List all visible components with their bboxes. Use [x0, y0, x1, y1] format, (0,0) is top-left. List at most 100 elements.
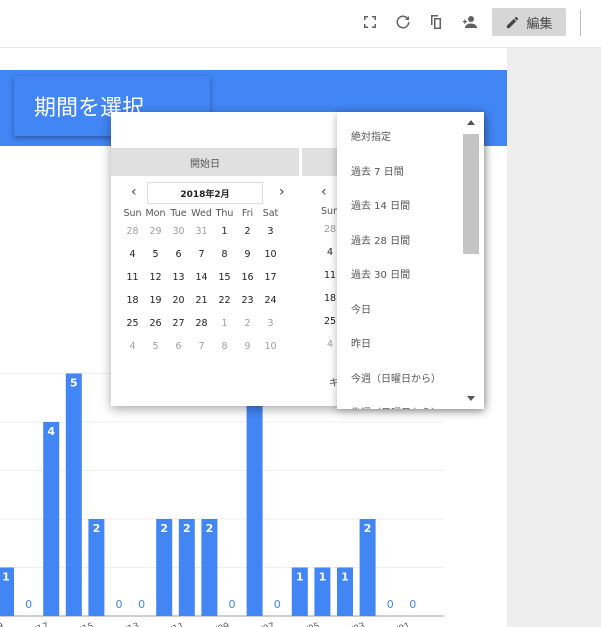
- scroll-thumb[interactable]: [463, 134, 479, 254]
- x-tick-label: 2018/01/09: [179, 621, 231, 627]
- edit-button[interactable]: 編集: [492, 8, 566, 36]
- data-label: 4: [47, 425, 55, 438]
- calendar-day[interactable]: 9: [236, 335, 259, 358]
- menu-item[interactable]: 先週（日曜日から）: [351, 404, 441, 409]
- weekday-header: Sat: [262, 207, 279, 219]
- start-calendar: ‹ 2018年2月 › Sun Mon Tue Wed Thu Fri Sat 28 29 30 3…: [121, 182, 291, 358]
- calendar-day[interactable]: 6: [167, 335, 190, 358]
- menu-item[interactable]: 過去 28 日間: [351, 232, 410, 247]
- weekday-header: Sun: [123, 207, 142, 219]
- menu-scrollbar[interactable]: [463, 116, 481, 406]
- calendar-day[interactable]: 1: [213, 312, 236, 335]
- month-select[interactable]: 2018年2月: [147, 182, 263, 204]
- menu-item[interactable]: 過去 7 日間: [351, 163, 404, 178]
- data-label: 1: [296, 571, 304, 584]
- calendar-day[interactable]: 21: [190, 289, 213, 312]
- data-label: 5: [70, 377, 78, 390]
- calendar-day[interactable]: 4: [121, 243, 144, 266]
- calendar-grid: Sun Mon Tue Wed Thu Fri Sat 28 29 30 31 1 2 3 4 5 6 7 8 9 10…: [121, 206, 291, 358]
- calendar-day[interactable]: 2: [236, 312, 259, 335]
- add-person-icon[interactable]: [459, 12, 479, 32]
- weekday-header: Wed: [191, 207, 212, 219]
- calendar-day[interactable]: 10: [259, 243, 282, 266]
- menu-item[interactable]: 過去 14 日間: [351, 197, 410, 212]
- side-panel: [507, 48, 601, 627]
- copy-icon[interactable]: [426, 12, 446, 32]
- data-label: 0: [25, 598, 32, 611]
- calendar-day[interactable]: 18: [121, 289, 144, 312]
- menu-item[interactable]: 今日: [351, 301, 371, 316]
- calendar-day[interactable]: 8: [213, 243, 236, 266]
- refresh-icon[interactable]: [393, 12, 413, 32]
- calendar-day[interactable]: 28: [121, 220, 144, 243]
- calendar-day[interactable]: 8: [213, 335, 236, 358]
- menu-item[interactable]: 過去 30 日間: [351, 266, 410, 281]
- calendar-day[interactable]: 7: [190, 335, 213, 358]
- calendar-day[interactable]: 9: [236, 243, 259, 266]
- calendar-day[interactable]: 10: [259, 335, 282, 358]
- calendar-day[interactable]: 24: [259, 289, 282, 312]
- weekday-header: Thu: [215, 207, 234, 219]
- end-prev-month-icon[interactable]: ‹: [321, 184, 327, 200]
- calendar-day[interactable]: 16: [236, 266, 259, 289]
- calendar-day[interactable]: 4: [121, 335, 144, 358]
- data-label: 0: [138, 598, 145, 611]
- fullscreen-icon[interactable]: [360, 12, 380, 32]
- menu-item[interactable]: 絶対指定: [351, 128, 391, 143]
- scroll-up-icon[interactable]: [467, 120, 475, 125]
- calendar-day[interactable]: 12: [144, 266, 167, 289]
- bar[interactable]: [65, 373, 82, 617]
- calendar-day[interactable]: 7: [190, 243, 213, 266]
- x-tick-label: 2018/01/17: [0, 621, 50, 627]
- menu-item[interactable]: 昨日: [351, 335, 371, 350]
- calendar-day[interactable]: 31: [190, 220, 213, 243]
- calendar-day[interactable]: 28: [190, 312, 213, 335]
- calendar-day[interactable]: 20: [167, 289, 190, 312]
- top-toolbar: 編集: [0, 0, 601, 48]
- calendar-day[interactable]: 26: [144, 312, 167, 335]
- data-label: 0: [409, 598, 416, 611]
- calendar-day[interactable]: 5: [144, 335, 167, 358]
- calendar-day[interactable]: 14: [190, 266, 213, 289]
- next-month-icon[interactable]: ›: [279, 184, 285, 200]
- calendar-day[interactable]: 15: [213, 266, 236, 289]
- data-label: 1: [2, 571, 10, 584]
- calendar-day[interactable]: 5: [144, 243, 167, 266]
- calendar-day[interactable]: 30: [167, 220, 190, 243]
- prev-month-icon[interactable]: ‹: [131, 184, 137, 200]
- calendar-day[interactable]: 27: [167, 312, 190, 335]
- scroll-down-icon[interactable]: [467, 396, 475, 401]
- data-label: 0: [387, 598, 394, 611]
- calendar-day[interactable]: 17: [259, 266, 282, 289]
- data-label: 2: [93, 522, 101, 535]
- calendar-day[interactable]: 6: [167, 243, 190, 266]
- bar[interactable]: [43, 422, 60, 616]
- month-label: 2018年2月: [180, 189, 230, 200]
- weekday-header: Mon: [145, 207, 166, 219]
- calendar-day[interactable]: 29: [144, 220, 167, 243]
- x-tick-label: 9: [0, 621, 5, 627]
- x-tick-label: 2018/01/11: [134, 621, 186, 627]
- calendar-nav: ‹ 2018年2月 ›: [121, 182, 291, 204]
- calendar-day[interactable]: 25: [121, 312, 144, 335]
- start-date-header: 開始日: [111, 148, 299, 176]
- x-tick-label: 2018/01/15: [43, 621, 95, 627]
- data-label: 2: [160, 522, 168, 535]
- calendar-day[interactable]: 19: [144, 289, 167, 312]
- edit-button-label: 編集: [526, 16, 553, 32]
- x-tick-label: 2018/01/07: [224, 621, 276, 627]
- calendar-day[interactable]: 2: [236, 220, 259, 243]
- report-page: 編集 期間を選択 10452002220011120092018/01/1720…: [0, 0, 601, 627]
- calendar-day[interactable]: 13: [167, 266, 190, 289]
- menu-item[interactable]: 今週（日曜日から）: [351, 370, 441, 385]
- calendar-day[interactable]: 1: [213, 220, 236, 243]
- calendar-day[interactable]: 3: [259, 312, 282, 335]
- calendar-day[interactable]: 22: [213, 289, 236, 312]
- x-tick-label: 2018/01/03: [314, 621, 366, 627]
- calendar-day[interactable]: 3: [259, 220, 282, 243]
- data-label: 2: [364, 522, 372, 535]
- calendar-day[interactable]: 11: [121, 266, 144, 289]
- data-label: 1: [341, 571, 349, 584]
- calendar-day[interactable]: 23: [236, 289, 259, 312]
- weekday-header: Fri: [241, 207, 254, 219]
